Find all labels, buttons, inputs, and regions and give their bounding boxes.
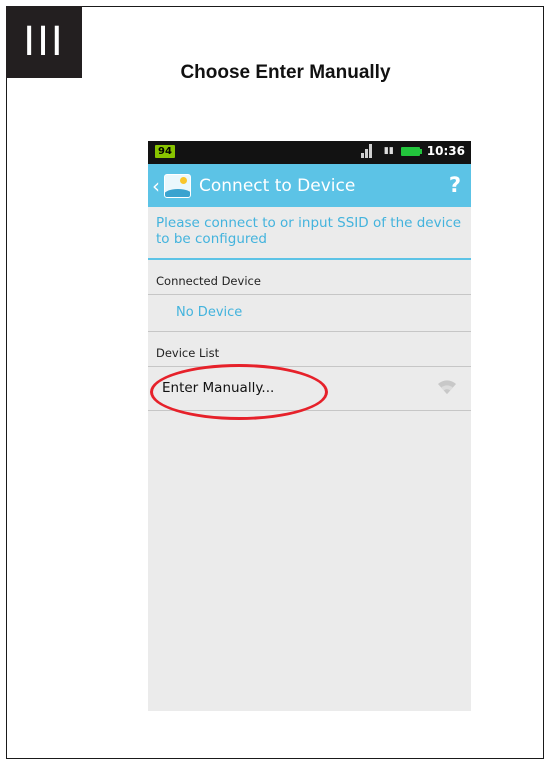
wifi-icon [438, 380, 456, 394]
status-app-badge: 94 [155, 145, 175, 158]
action-bar: ‹ Connect to Device ? [148, 164, 471, 207]
status-icons: ▮▮ 10:36 [360, 144, 465, 158]
connect-prompt: Please connect to or input SSID of the d… [148, 207, 471, 260]
screen-title: Connect to Device [199, 175, 356, 196]
instruction-title: Choose Enter Manually [180, 62, 391, 83]
status-time: 10:36 [426, 144, 465, 158]
back-icon[interactable]: ‹ [152, 176, 160, 196]
signal-icon [360, 144, 377, 158]
connected-device-header: Connected Device [148, 260, 471, 295]
status-bar: 94 ▮▮ 10:36 [148, 141, 471, 164]
battery-icon [400, 146, 422, 156]
app-logo-icon[interactable] [164, 173, 191, 198]
gsm-icon: ▮▮ [383, 146, 394, 156]
enter-manually-item[interactable]: Enter Manually... [148, 367, 471, 411]
connected-device-value: No Device [148, 295, 471, 332]
help-icon[interactable]: ? [449, 173, 461, 197]
enter-manually-label: Enter Manually... [162, 380, 275, 396]
device-list-header: Device List [148, 332, 471, 367]
phone-screenshot: 94 ▮▮ 10:36 ‹ Connect to Device ? Please… [148, 141, 471, 711]
